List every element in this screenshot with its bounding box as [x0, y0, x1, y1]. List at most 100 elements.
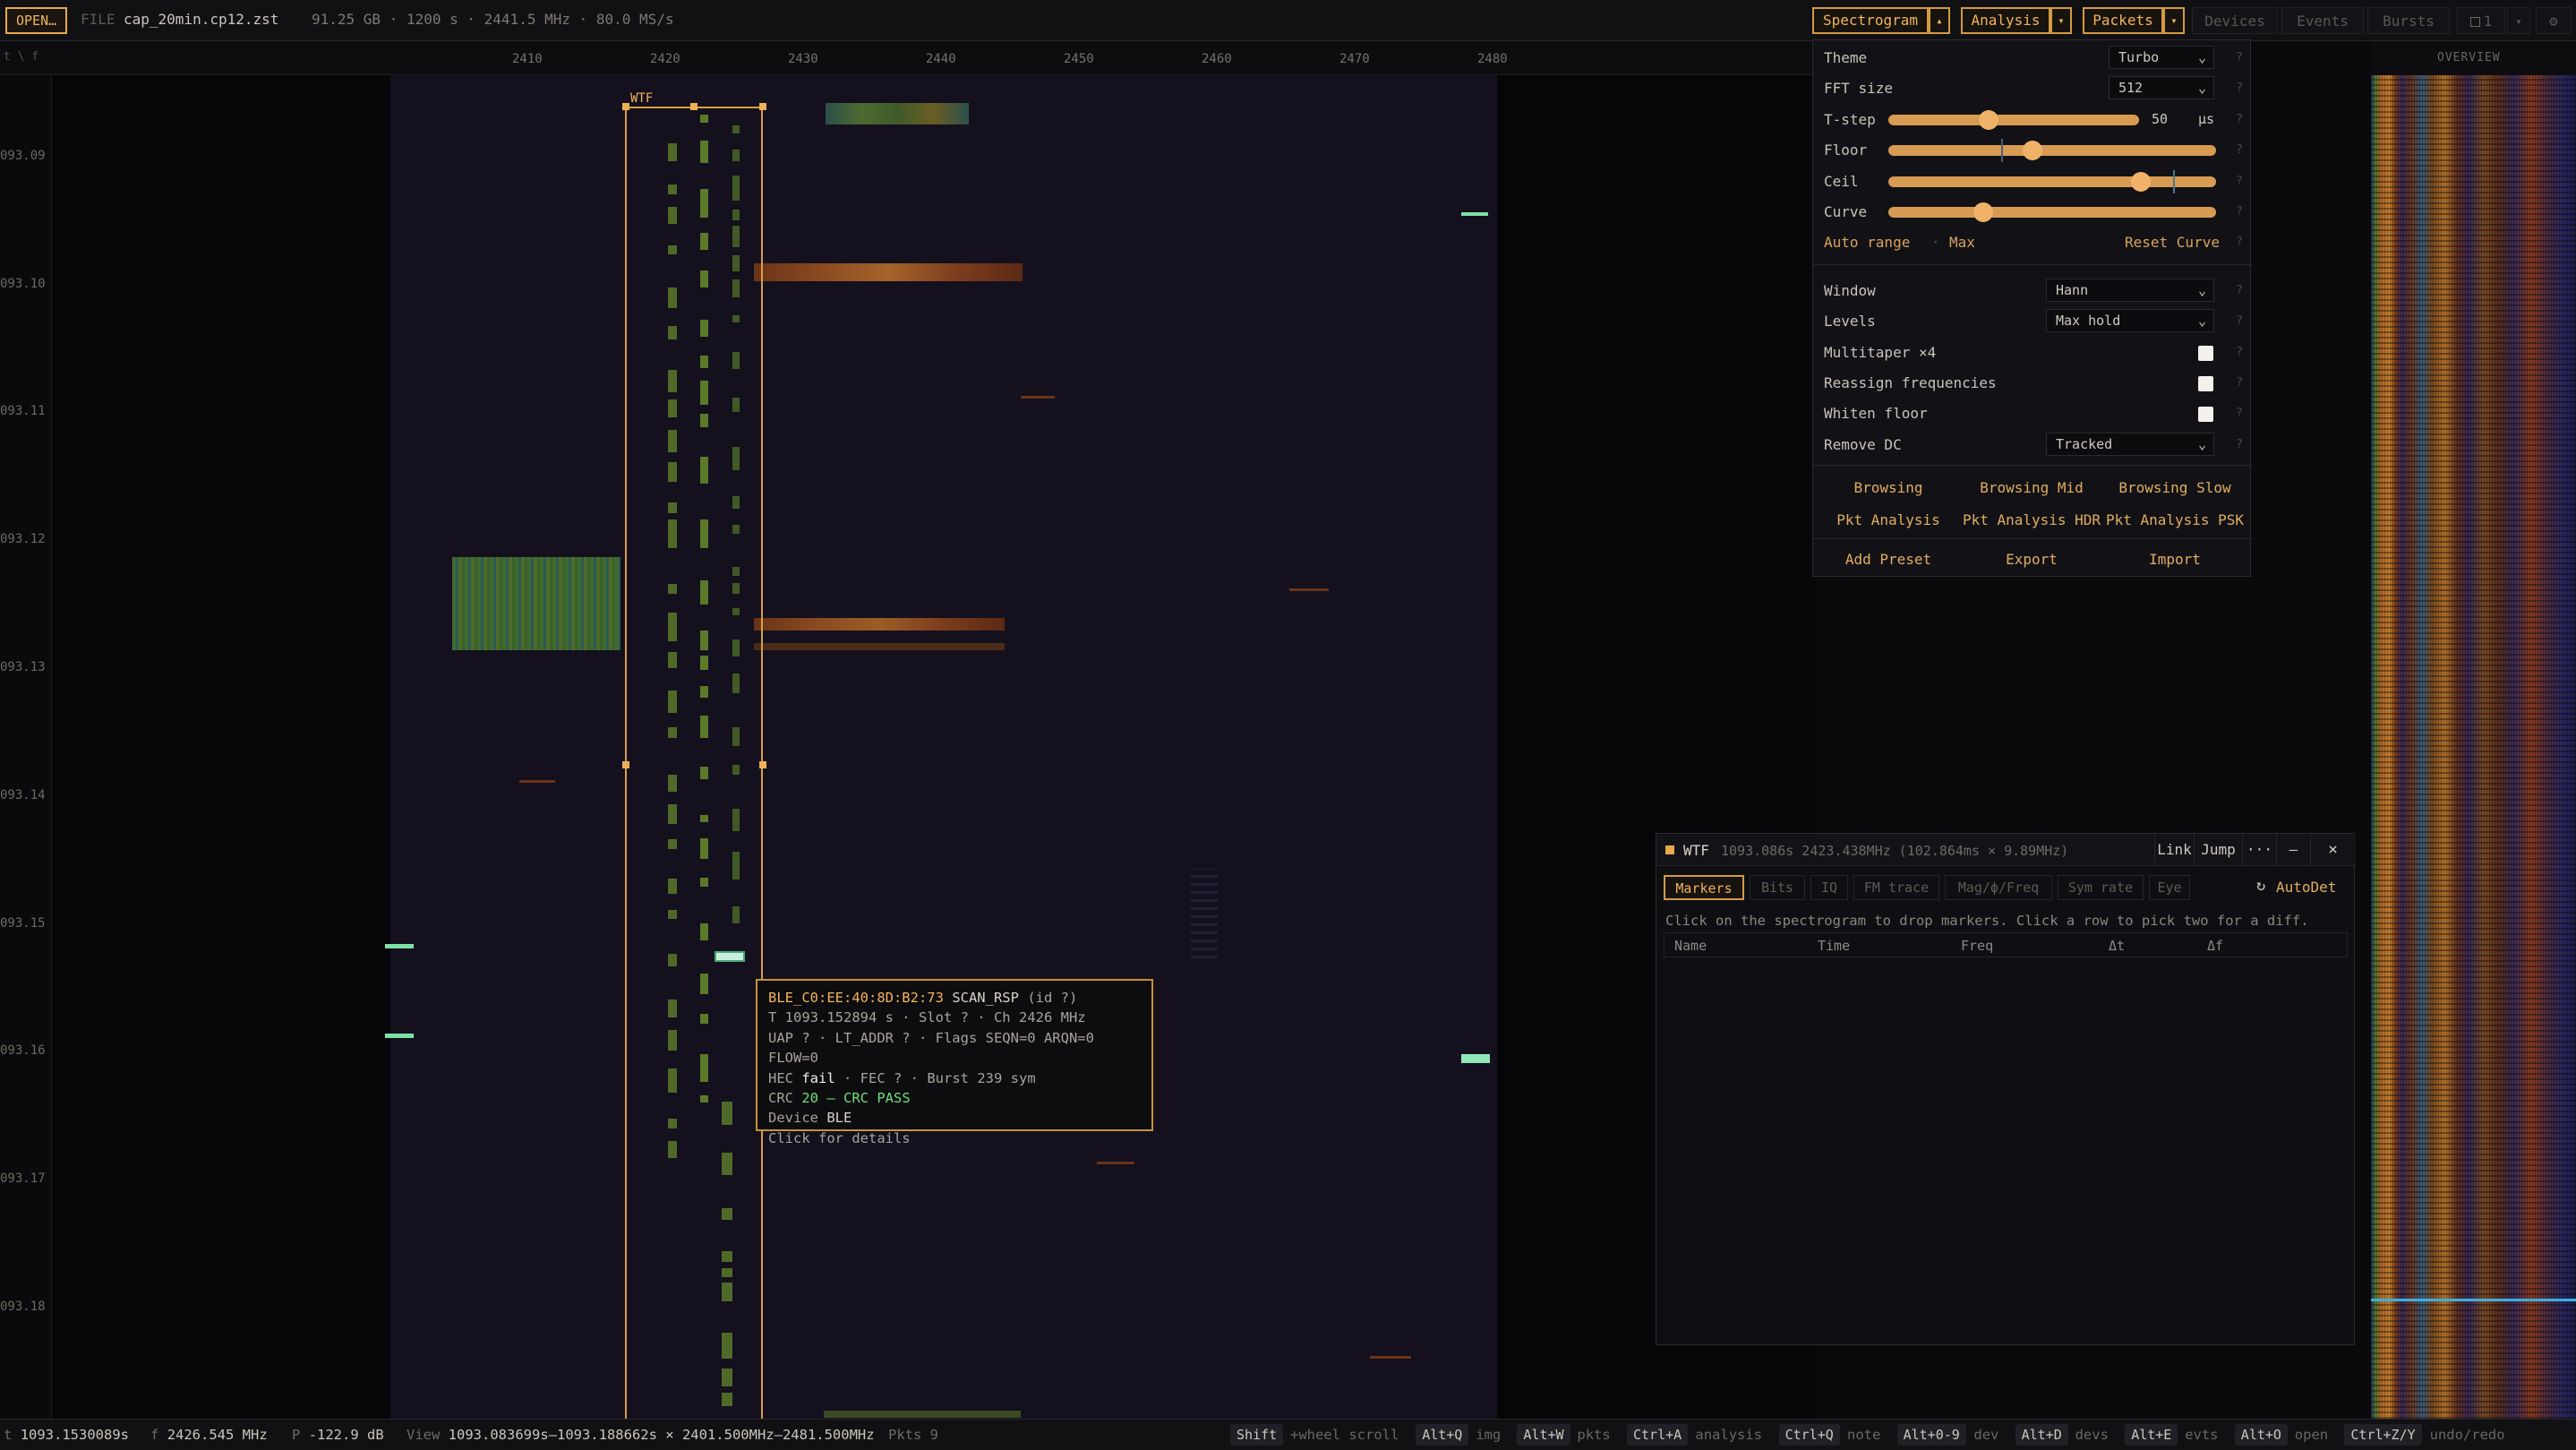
help-icon[interactable]: ? — [2236, 82, 2243, 95]
preset-browsing-mid[interactable]: Browsing Mid — [1960, 479, 2103, 496]
tooltip-footer: Click for details — [768, 1129, 911, 1146]
spectrogram-menu-caret[interactable]: ▴ — [1929, 7, 1950, 34]
window-select[interactable]: Hann ⌄ — [2046, 279, 2214, 302]
x-tick-label: 2420 — [650, 52, 680, 66]
panel-count-button[interactable]: 1 — [2457, 7, 2505, 34]
shortcut-description: note — [1847, 1427, 1881, 1443]
levels-select[interactable]: Max hold ⌄ — [2046, 309, 2214, 332]
shortcut-description: analysis — [1695, 1427, 1763, 1443]
fft-size-select[interactable]: 512 ⌄ — [2109, 76, 2214, 99]
autodet-button[interactable]: AutoDet — [2276, 879, 2336, 896]
devices-button[interactable]: Devices — [2192, 7, 2278, 34]
tooltip-device-line: Device BLE — [768, 1108, 1141, 1128]
y-tick-label: 093.12 — [0, 532, 46, 546]
overview-strip[interactable] — [2371, 75, 2576, 1419]
import-button[interactable]: Import — [2103, 551, 2247, 568]
analysis-button[interactable]: Analysis — [1961, 7, 2050, 34]
tooltip-flags-line: UAP ? · LT_ADDR ? · Flags SEQN=0 ARQN=0 … — [768, 1029, 1094, 1067]
spectrogram-band[interactable] — [390, 75, 1497, 1419]
multitaper-checkbox[interactable] — [2198, 346, 2213, 361]
packets-button[interactable]: Packets — [2083, 7, 2163, 34]
preset-pkt-analysis-hdr[interactable]: Pkt Analysis HDR — [1960, 511, 2103, 528]
column-name[interactable]: Name — [1674, 938, 1707, 954]
preset-browsing[interactable]: Browsing — [1817, 479, 1960, 496]
link-button[interactable]: Link — [2154, 834, 2194, 866]
help-icon[interactable]: ? — [2236, 284, 2243, 297]
column-delta-f[interactable]: Δf — [2207, 938, 2223, 954]
column-delta-t[interactable]: Δt — [2109, 938, 2125, 954]
help-icon[interactable]: ? — [2236, 376, 2243, 390]
shortcut-key: Alt+E — [2125, 1424, 2178, 1446]
remove-dc-value: Tracked — [2056, 436, 2113, 452]
spectrogram-settings-panel: Theme Turbo ⌄ ? FFT size 512 ⌄ ? T-step 50… — [1812, 39, 2252, 577]
curve-slider-knob[interactable] — [1973, 202, 1994, 222]
help-icon[interactable]: ? — [2236, 51, 2243, 64]
tab-bits[interactable]: Bits — [1750, 875, 1805, 900]
tooltip-crc-line: CRC 20 — CRC PASS — [768, 1088, 1141, 1108]
overview-viewport-marker[interactable] — [2371, 1299, 2576, 1301]
close-icon[interactable]: × — [2310, 834, 2355, 866]
help-icon[interactable]: ? — [2236, 143, 2243, 157]
selection-handle[interactable] — [690, 103, 697, 110]
tstep-value[interactable]: 50 — [2152, 111, 2168, 127]
y-tick-label: 093.16 — [0, 1043, 46, 1058]
help-icon[interactable]: ? — [2236, 205, 2243, 219]
floor-slider[interactable] — [1888, 145, 2216, 156]
column-time[interactable]: Time — [1818, 938, 1850, 954]
packet-tooltip[interactable]: BLE_C0:EE:40:8D:B2:73 SCAN_RSP (id ?) T … — [756, 979, 1153, 1146]
export-button[interactable]: Export — [1960, 551, 2103, 568]
bursts-button[interactable]: Bursts — [2367, 7, 2450, 34]
selection-handle[interactable] — [622, 761, 629, 768]
floor-slider-knob[interactable] — [2023, 141, 2043, 160]
jump-button[interactable]: Jump — [2194, 834, 2242, 866]
tab-markers[interactable]: Markers — [1664, 875, 1744, 900]
selection-handle[interactable] — [759, 761, 766, 768]
whiten-floor-checkbox[interactable] — [2198, 407, 2213, 422]
tab-fm-trace[interactable]: FM trace — [1853, 875, 1939, 900]
help-icon[interactable]: ? — [2236, 236, 2243, 249]
theme-select[interactable]: Turbo ⌄ — [2109, 46, 2214, 69]
tstep-slider-knob[interactable] — [1979, 110, 1998, 130]
tab-iq[interactable]: IQ — [1810, 875, 1848, 900]
help-icon[interactable]: ? — [2236, 314, 2243, 328]
shortcut-hints: Shift +wheel scroll Alt+Q img Alt+W pkts Ctrl+… — [1230, 1420, 2573, 1450]
file-info: 91.25 GB · 1200 s · 2441.5 MHz · 80.0 MS… — [312, 11, 674, 28]
help-icon[interactable]: ? — [2236, 113, 2243, 126]
column-freq[interactable]: Freq — [1961, 938, 1993, 954]
shortcut-description: undo/redo — [2429, 1427, 2505, 1443]
selection-box[interactable] — [625, 107, 763, 1419]
gear-icon[interactable]: ⚙ — [2536, 7, 2572, 34]
reassign-checkbox[interactable] — [2198, 376, 2213, 391]
open-file-button[interactable]: OPEN… — [5, 7, 68, 34]
add-preset-button[interactable]: Add Preset — [1817, 551, 1960, 568]
preset-pkt-analysis[interactable]: Pkt Analysis — [1817, 511, 1960, 528]
curve-slider[interactable] — [1888, 207, 2216, 218]
chevron-down-icon: ⌄ — [2197, 80, 2206, 96]
ceil-slider-knob[interactable] — [2130, 172, 2151, 192]
tab-eye[interactable]: Eye — [2149, 875, 2190, 900]
help-icon[interactable]: ? — [2236, 438, 2243, 451]
window-value: Hann — [2056, 282, 2089, 298]
preset-browsing-slow[interactable]: Browsing Slow — [2103, 479, 2247, 496]
tstep-slider[interactable] — [1888, 115, 2139, 125]
help-icon[interactable]: ? — [2236, 175, 2243, 188]
analysis-menu-caret[interactable]: ▾ — [2050, 7, 2072, 34]
preset-pkt-analysis-psk[interactable]: Pkt Analysis PSK — [2103, 511, 2247, 528]
spectrogram-button[interactable]: Spectrogram — [1812, 7, 1929, 34]
more-button[interactable]: ··· — [2242, 834, 2276, 866]
help-icon[interactable]: ? — [2236, 346, 2243, 359]
help-icon[interactable]: ? — [2236, 407, 2243, 420]
packets-menu-caret[interactable]: ▾ — [2163, 7, 2185, 34]
selection-handle[interactable] — [759, 103, 766, 110]
ceil-slider[interactable] — [1888, 176, 2216, 187]
tab-mag-phase-freq[interactable]: Mag/ϕ/Freq — [1945, 875, 2052, 900]
auto-range-link[interactable]: Auto range — [1824, 234, 1910, 251]
minimize-button[interactable]: – — [2276, 834, 2310, 866]
events-button[interactable]: Events — [2281, 7, 2364, 34]
remove-dc-select[interactable]: Tracked ⌄ — [2046, 433, 2214, 456]
max-link[interactable]: Max — [1949, 234, 1975, 251]
selection-handle[interactable] — [622, 103, 629, 110]
panel-count-caret[interactable]: ▾ — [2507, 7, 2530, 34]
reset-curve-link[interactable]: Reset Curve — [2125, 234, 2220, 251]
tab-sym-rate[interactable]: Sym rate — [2058, 875, 2144, 900]
